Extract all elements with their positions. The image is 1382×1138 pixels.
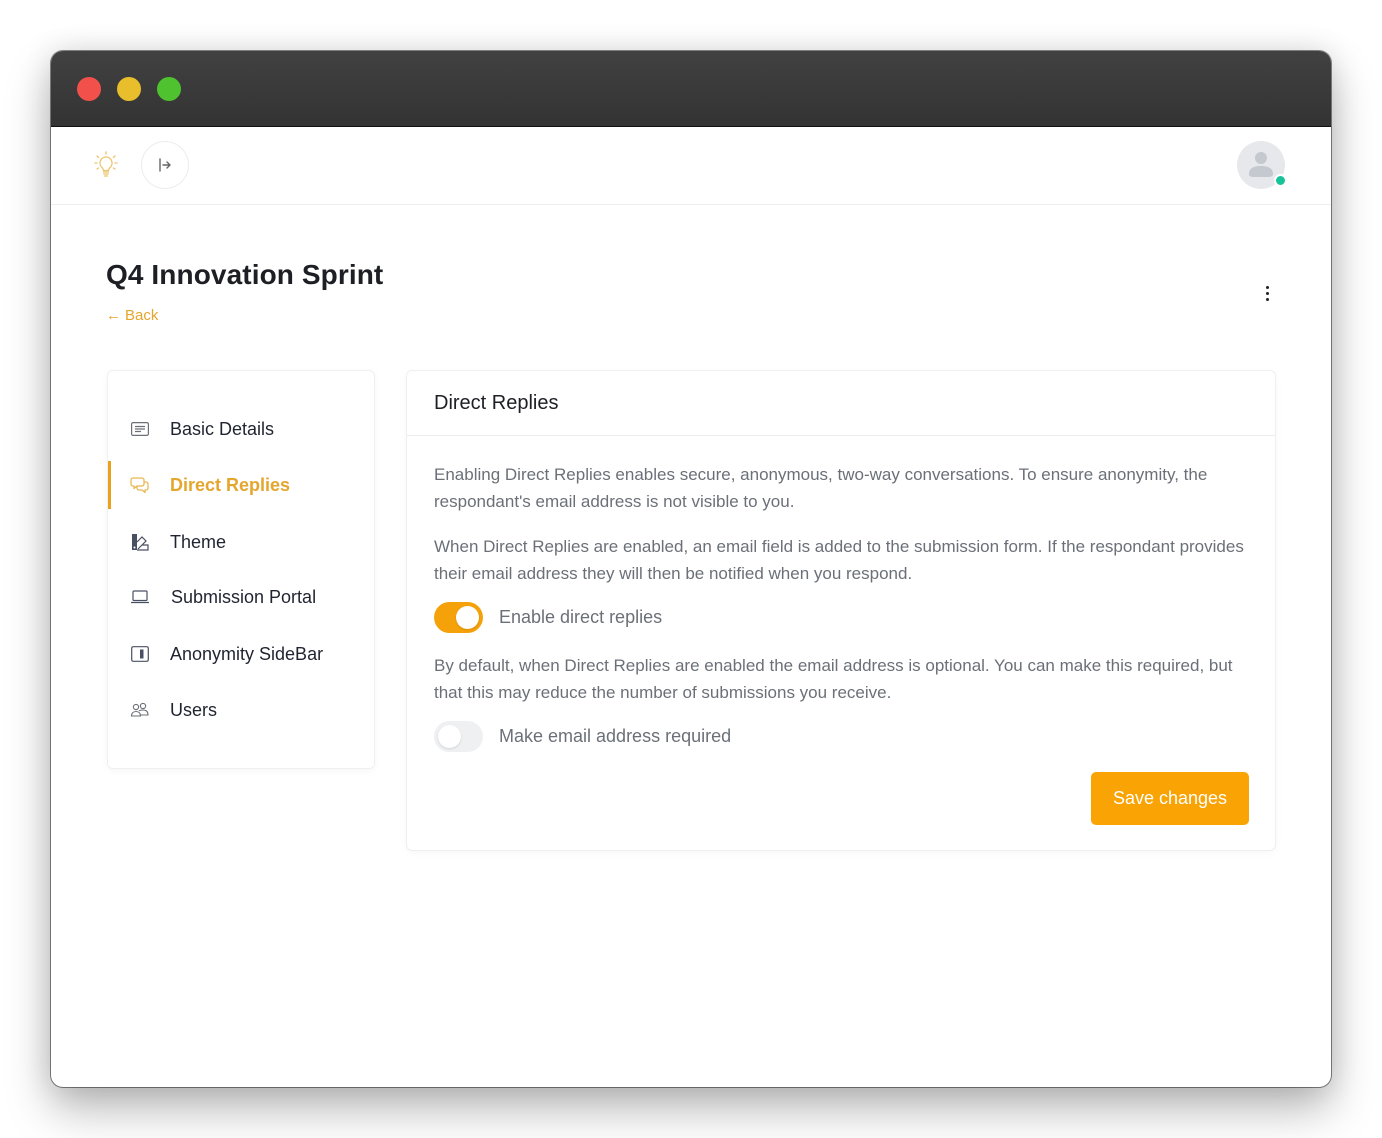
enable-direct-replies-toggle[interactable] bbox=[434, 602, 483, 633]
arrow-left-icon: ← bbox=[106, 307, 121, 324]
toggle-label: Make email address required bbox=[499, 726, 732, 746]
sidebar-item-label: Direct Replies bbox=[170, 474, 291, 495]
laptop-icon bbox=[130, 587, 150, 607]
sidebar-item-label: Basic Details bbox=[170, 418, 275, 439]
toggle-knob bbox=[438, 725, 461, 748]
enable-direct-replies-toggle-row[interactable]: Enable direct replies bbox=[434, 602, 662, 633]
back-label: Back bbox=[125, 307, 159, 324]
settings-sidebar: Basic Details Direct Replies Theme Submi… bbox=[107, 370, 375, 769]
toggle-knob bbox=[456, 606, 479, 629]
back-link[interactable]: ← Back bbox=[106, 307, 158, 324]
color-swatch-icon bbox=[130, 532, 150, 552]
sidebar-item-label: Users bbox=[170, 699, 218, 720]
expand-sidebar-button[interactable] bbox=[141, 141, 189, 189]
optional-email-paragraph: By default, when Direct Replies are enab… bbox=[434, 656, 1233, 702]
sidebar-item-label: Submission Portal bbox=[171, 586, 317, 607]
panel-title: Direct Replies bbox=[407, 371, 1275, 436]
maximize-window-button[interactable] bbox=[157, 77, 181, 101]
chat-bubbles-icon bbox=[130, 475, 150, 495]
minimize-window-button[interactable] bbox=[117, 77, 141, 101]
top-navbar bbox=[51, 127, 1331, 205]
online-status-indicator bbox=[1274, 174, 1287, 187]
app-window: Q4 Innovation Sprint ← Back Basic Detail… bbox=[51, 51, 1331, 1087]
toggle-label: Enable direct replies bbox=[499, 607, 663, 627]
page-title: Q4 Innovation Sprint bbox=[106, 259, 384, 290]
sidebar-item-users[interactable]: Users bbox=[108, 686, 374, 734]
more-options-button[interactable] bbox=[1257, 279, 1277, 307]
document-lines-icon bbox=[130, 419, 150, 439]
intro-paragraph: Enabling Direct Replies enables secure, … bbox=[434, 465, 1208, 511]
kebab-menu-icon bbox=[1265, 285, 1269, 289]
sidebar-item-anonymity-sidebar[interactable]: Anonymity SideBar bbox=[108, 630, 374, 678]
email-field-paragraph: When Direct Replies are enabled, an emai… bbox=[434, 537, 1244, 583]
sidebar-item-theme[interactable]: Theme bbox=[108, 518, 374, 566]
save-changes-button[interactable]: Save changes bbox=[1091, 772, 1249, 825]
user-avatar[interactable] bbox=[1237, 141, 1287, 189]
users-icon bbox=[130, 700, 150, 720]
sidebar-item-direct-replies[interactable]: Direct Replies bbox=[108, 461, 374, 509]
direct-replies-panel: Direct Replies Enabling Direct Replies e… bbox=[406, 370, 1276, 851]
close-window-button[interactable] bbox=[77, 77, 101, 101]
sidebar-item-label: Theme bbox=[170, 531, 227, 552]
sidebar-item-basic-details[interactable]: Basic Details bbox=[108, 405, 374, 453]
sidebar-panel-icon bbox=[130, 644, 150, 664]
arrow-right-from-bar-icon bbox=[159, 158, 171, 172]
sidebar-item-submission-portal[interactable]: Submission Portal bbox=[108, 573, 374, 621]
window-titlebar bbox=[51, 51, 1331, 127]
lightbulb-icon[interactable] bbox=[91, 149, 121, 179]
sidebar-item-label: Anonymity SideBar bbox=[170, 643, 324, 664]
require-email-toggle[interactable] bbox=[434, 721, 483, 752]
require-email-toggle-row[interactable]: Make email address required bbox=[434, 721, 731, 752]
